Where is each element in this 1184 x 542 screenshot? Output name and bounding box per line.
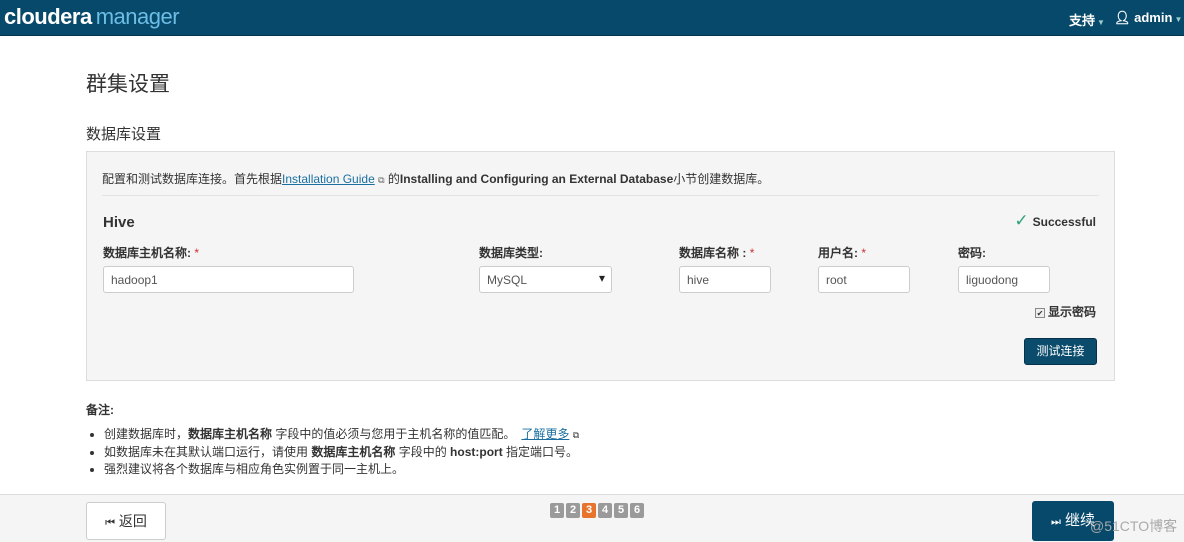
notes-title: 备注:: [86, 403, 114, 417]
step-6[interactable]: 6: [630, 503, 644, 518]
connection-status: ✓ Successful: [1014, 211, 1096, 230]
step-2[interactable]: 2: [566, 503, 580, 518]
footer-bar: ⏮ 返回 1 2 3 4 5 6 ⏭ 继续: [0, 494, 1184, 542]
back-button[interactable]: ⏮ 返回: [86, 502, 166, 540]
host-input[interactable]: hadoop1: [103, 266, 354, 293]
note-item: 创建数据库时，数据库主机名称 字段中的值必须与您用于主机名称的值匹配。了解更多 …: [104, 426, 579, 444]
caret-down-icon: ▼: [1174, 15, 1183, 24]
divider: [102, 195, 1099, 196]
cloudera-manager-logo[interactable]: cloudera manager: [4, 4, 180, 30]
show-password-checkbox[interactable]: ✔ 显示密码: [1034, 303, 1096, 320]
db-name-input[interactable]: hive: [679, 266, 771, 293]
service-name: Hive: [103, 214, 135, 231]
learn-more-link[interactable]: 了解更多: [521, 427, 569, 441]
section-title: 数据库设置: [86, 126, 162, 143]
step-3-current[interactable]: 3: [582, 503, 596, 518]
user-menu[interactable]: 👤︎ admin ▼: [1114, 10, 1182, 26]
user-icon: 👤︎: [1114, 10, 1131, 25]
watermark: @51CTO博客: [1090, 518, 1178, 534]
db-type-select[interactable]: MySQL: [479, 266, 612, 293]
step-indicator: 1 2 3 4 5 6: [550, 503, 644, 518]
intro-text: 配置和测试数据库连接。首先根据Installation Guide ⧉ 的Ins…: [102, 172, 770, 186]
host-label: 数据库主机名称: *: [103, 246, 200, 260]
top-navbar: cloudera manager 支持 ▼ 👤︎ admin ▼: [0, 0, 1184, 36]
check-icon: ✓: [1014, 211, 1029, 230]
skip-back-icon: ⏮: [105, 517, 115, 529]
test-connection-button[interactable]: 测试连接: [1024, 338, 1097, 365]
checkbox-checked-icon[interactable]: ✔: [1034, 308, 1045, 318]
step-4[interactable]: 4: [598, 503, 612, 518]
notes-list: 创建数据库时，数据库主机名称 字段中的值必须与您用于主机名称的值匹配。了解更多 …: [104, 426, 579, 478]
installation-guide-link[interactable]: Installation Guide: [282, 172, 375, 186]
skip-forward-icon: ⏭: [1050, 516, 1061, 528]
password-label: 密码:: [958, 246, 986, 260]
password-input[interactable]: liguodong: [958, 266, 1050, 293]
note-item: 如数据库未在其默认端口运行，请使用 数据库主机名称 字段中的 host:port…: [104, 444, 579, 461]
note-item: 强烈建议将各个数据库与相应角色实例置于同一主机上。: [104, 461, 579, 478]
db-type-label: 数据库类型:: [479, 246, 543, 260]
step-5[interactable]: 5: [614, 503, 628, 518]
db-name-label: 数据库名称 : *: [679, 246, 755, 260]
support-menu[interactable]: 支持 ▼: [1069, 10, 1105, 29]
username-input[interactable]: root: [818, 266, 910, 293]
caret-down-icon: ▼: [1097, 18, 1105, 27]
external-link-icon: ⧉: [572, 430, 580, 440]
username-label: 用户名: *: [818, 246, 867, 260]
database-settings-panel: 配置和测试数据库连接。首先根据Installation Guide ⧉ 的Ins…: [86, 151, 1115, 381]
step-1[interactable]: 1: [550, 503, 564, 518]
page-title: 群集设置: [86, 73, 170, 96]
